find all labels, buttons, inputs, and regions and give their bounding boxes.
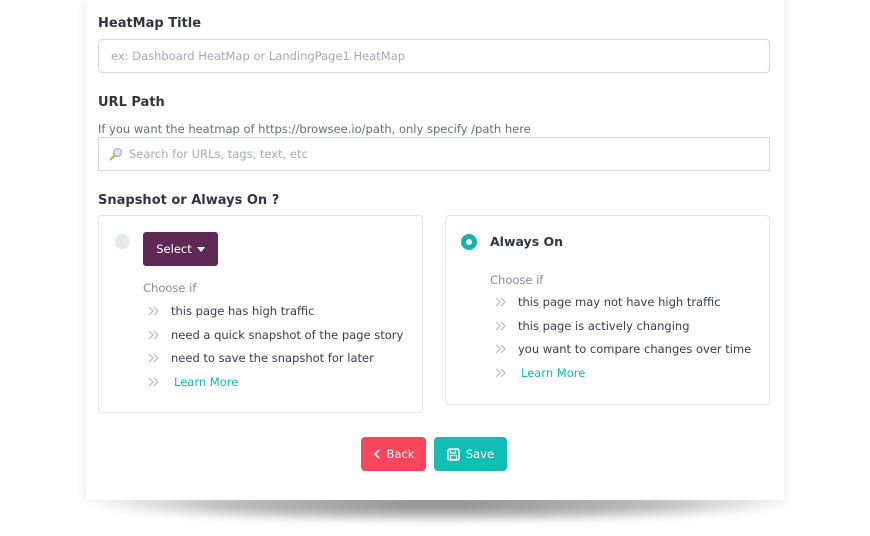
save-button[interactable]: Save — [434, 437, 507, 471]
snapshot-radio[interactable] — [115, 234, 130, 249]
double-chevron-right-icon — [495, 344, 506, 354]
double-chevron-right-icon — [495, 368, 506, 378]
snapshot-reason-text: this page has high traffic — [171, 304, 315, 318]
caret-down-icon — [196, 246, 205, 252]
always-on-reason-text: this page may not have high traffic — [518, 295, 721, 309]
heatmap-title-label: HeatMap Title — [98, 16, 202, 31]
double-chevron-right-icon — [148, 377, 159, 387]
always-on-reason-item: this page is actively changing — [494, 319, 690, 333]
always-on-radio[interactable] — [461, 234, 477, 250]
snapshot-learn-more-link[interactable]: Learn More — [174, 375, 238, 389]
snapshot-select-dropdown[interactable]: Select — [143, 232, 218, 266]
always-on-reason-item: you want to compare changes over time — [494, 342, 751, 356]
always-on-reason-item: this page may not have high traffic — [494, 295, 721, 309]
chevron-left-icon — [373, 449, 380, 459]
double-chevron-right-icon — [495, 297, 506, 307]
always-on-learn-more-link[interactable]: Learn More — [521, 366, 585, 380]
snapshot-choose-if: Choose if — [143, 281, 197, 295]
heatmap-title-input[interactable] — [98, 39, 770, 73]
snapshot-reason-text: need to save the snapshot for later — [171, 351, 374, 365]
floppy-disk-icon — [447, 447, 460, 461]
always-on-learn-more-item: Learn More — [494, 366, 585, 380]
url-path-label: URL Path — [98, 95, 165, 110]
radio-dot — [466, 239, 472, 245]
snapshot-reason-item: this page has high traffic — [147, 304, 314, 318]
double-chevron-right-icon — [148, 330, 159, 340]
snapshot-reason-item: need a quick snapshot of the page story — [147, 328, 403, 342]
select-label: Select — [156, 242, 192, 256]
always-on-title: Always On — [490, 234, 564, 249]
snapshot-learn-more-item: Learn More — [147, 375, 238, 389]
url-search-field — [98, 137, 770, 171]
always-on-reason-text: you want to compare changes over time — [518, 342, 752, 356]
double-chevron-right-icon — [148, 306, 159, 316]
always-on-choose-if: Choose if — [490, 273, 544, 287]
snapshot-reason-item: need to save the snapshot for later — [147, 351, 374, 365]
mode-label: Snapshot or Always On ? — [98, 193, 280, 208]
url-path-hint: If you want the heatmap of https://brows… — [98, 122, 531, 136]
double-chevron-right-icon — [495, 321, 506, 331]
back-button[interactable]: Back — [361, 437, 426, 471]
back-button-label: Back — [386, 447, 415, 461]
magnifier-icon — [109, 147, 123, 161]
url-search-input[interactable] — [98, 137, 770, 171]
save-button-label: Save — [465, 447, 495, 461]
always-on-reason-text: this page is actively changing — [518, 319, 690, 333]
snapshot-reason-text: need a quick snapshot of the page story — [171, 328, 404, 342]
double-chevron-right-icon — [148, 353, 159, 363]
